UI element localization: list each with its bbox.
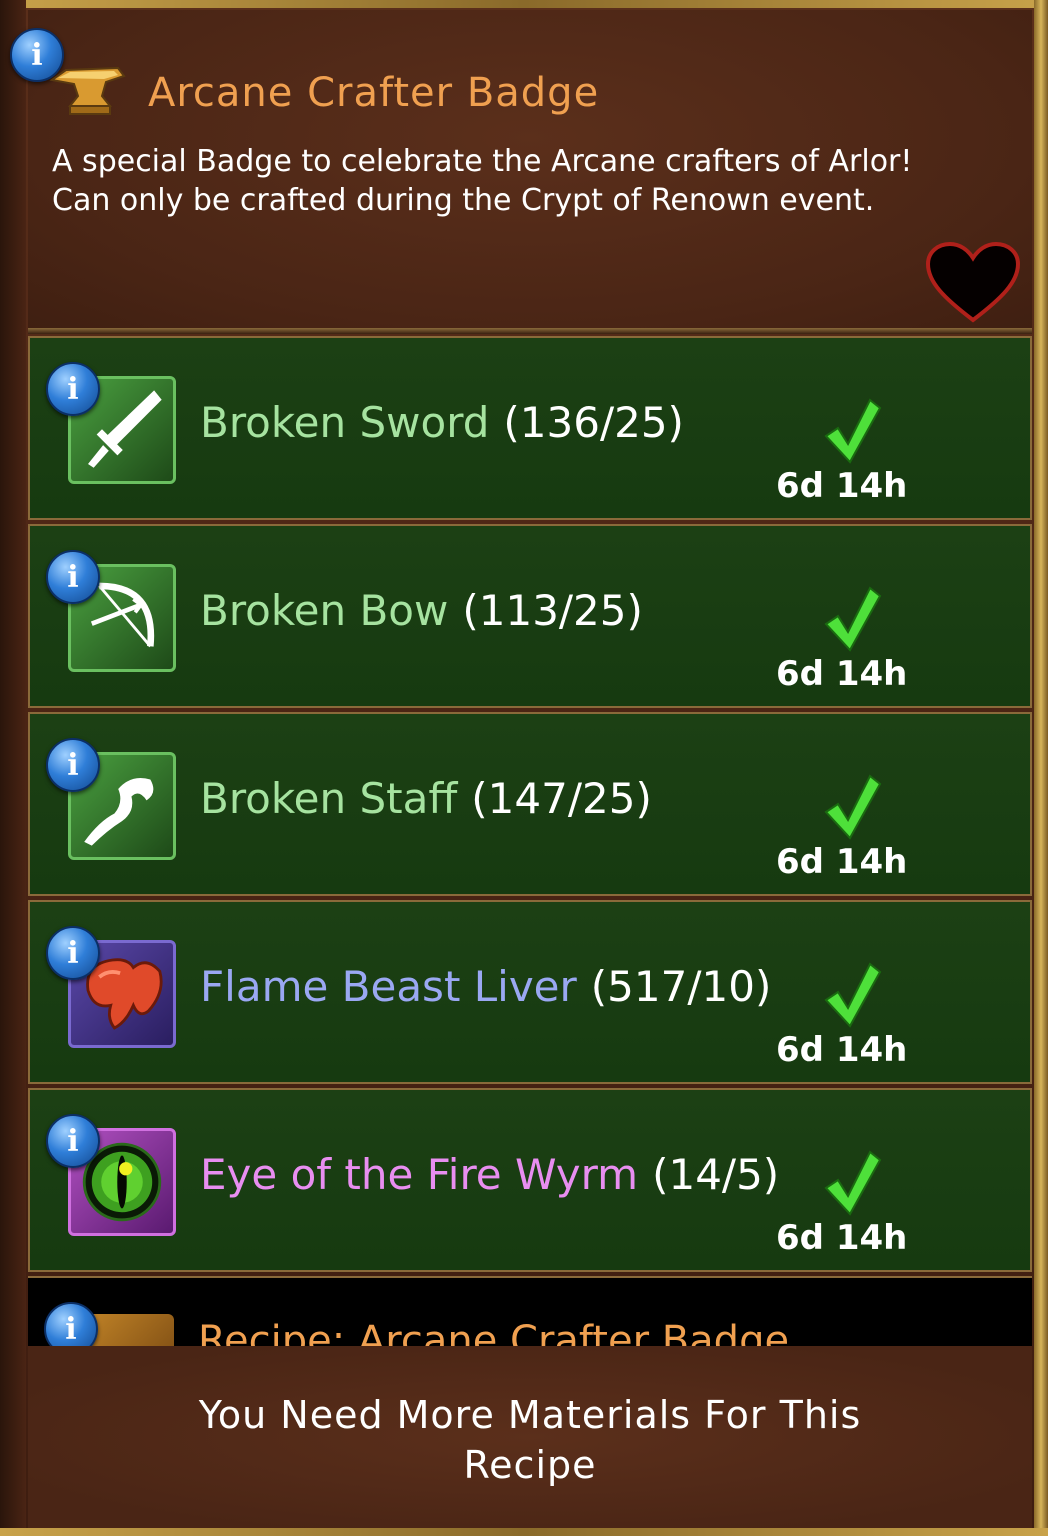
checkmark-icon [824, 586, 882, 652]
material-name: Broken Staff [200, 774, 458, 823]
material-row[interactable]: i Broken Bow (113/25) 6d 14h [28, 524, 1032, 708]
material-timer: 6d 14h [776, 1218, 908, 1258]
material-label: Eye of the Fire Wyrm (14/5) [200, 1150, 779, 1199]
material-name: Eye of the Fire Wyrm [200, 1150, 639, 1199]
material-info-button[interactable]: i [46, 1114, 100, 1168]
header-divider [28, 328, 1032, 334]
material-label: Broken Staff (147/25) [200, 774, 652, 823]
info-icon: i [31, 37, 43, 73]
material-count: (113/25) [462, 586, 643, 635]
frame-border-left [0, 0, 26, 1536]
frame-border-bottom [0, 1528, 1048, 1536]
checkmark-icon [824, 398, 882, 464]
material-label: Broken Bow (113/25) [200, 586, 643, 635]
frame-border-top [0, 0, 1048, 8]
material-name: Broken Bow [200, 586, 449, 635]
checkmark-icon [824, 1150, 882, 1216]
material-info-button[interactable]: i [46, 926, 100, 980]
craft-status-message: You Need More Materials For This Recipe [28, 1390, 1032, 1490]
checkmark-icon [824, 962, 882, 1028]
craft-status-line: Recipe [463, 1443, 597, 1487]
info-icon: i [67, 371, 79, 407]
material-row[interactable]: i Eye of the Fire Wyrm (14/5) 6d 14h [28, 1088, 1032, 1272]
material-info-button[interactable]: i [46, 362, 100, 416]
material-row[interactable]: i Broken Sword (136/25) 6d 14h [28, 336, 1032, 520]
material-info-button[interactable]: i [46, 738, 100, 792]
recipe-row[interactable]: i Recipe: Arcane Crafter Badge [28, 1276, 1032, 1354]
material-name: Flame Beast Liver [200, 962, 577, 1011]
material-timer: 6d 14h [776, 466, 908, 506]
material-label: Flame Beast Liver (517/10) [200, 962, 771, 1011]
material-name: Broken Sword [200, 398, 490, 447]
recipe-title: Arcane Crafter Badge [148, 70, 600, 116]
info-icon: i [67, 1123, 79, 1159]
material-count: (147/25) [471, 774, 652, 823]
material-row[interactable]: i Flame Beast Liver (517/10) 6d 14h [28, 900, 1032, 1084]
frame-border-right [1034, 0, 1048, 1536]
info-icon: i [67, 747, 79, 783]
craft-status-line: You Need More Materials For This [198, 1393, 862, 1437]
description-line: A special Badge to celebrate the Arcane … [52, 144, 913, 179]
material-count: (136/25) [503, 398, 684, 447]
info-icon: i [67, 559, 79, 595]
material-count: (14/5) [652, 1150, 780, 1199]
heart-icon[interactable] [924, 240, 1022, 326]
description-line: Can only be crafted during the Crypt of … [52, 183, 875, 218]
info-icon: i [67, 935, 79, 971]
material-timer: 6d 14h [776, 654, 908, 694]
crafting-panel: i Arcane Crafter Badge A special Badge t… [0, 0, 1048, 1536]
material-info-button[interactable]: i [46, 550, 100, 604]
material-timer: 6d 14h [776, 1030, 908, 1070]
recipe-description: A special Badge to celebrate the Arcane … [52, 142, 1002, 220]
material-timer: 6d 14h [776, 842, 908, 882]
checkmark-icon [824, 774, 882, 840]
material-label: Broken Sword (136/25) [200, 398, 684, 447]
craft-status-footer: You Need More Materials For This Recipe [28, 1346, 1032, 1528]
info-icon: i [65, 1311, 77, 1347]
anvil-icon [49, 66, 126, 115]
material-count: (517/10) [590, 962, 772, 1011]
material-row[interactable]: i Broken Staff (147/25) 6d 14h [28, 712, 1032, 896]
